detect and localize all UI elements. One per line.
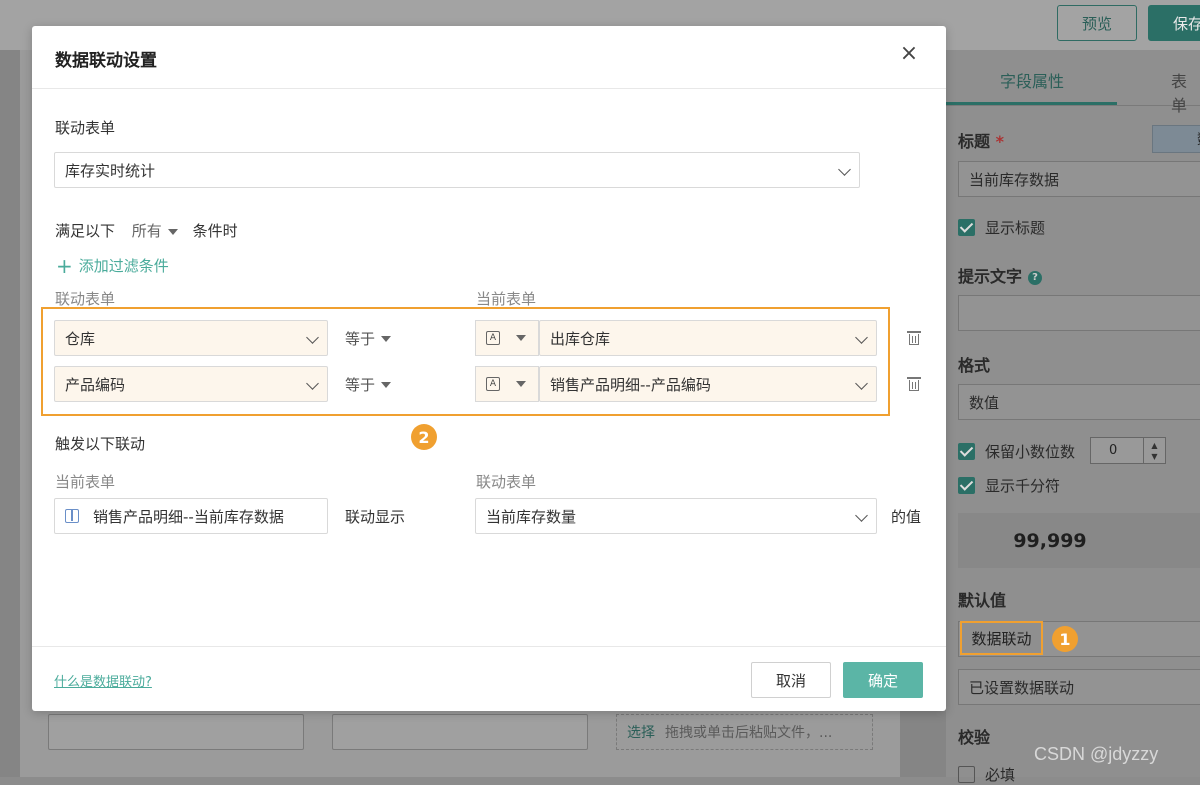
- property-panel: 字段属性 表单 标题 * 当前库存数据 显示标题 提示文字? 格式 数值 保留小…: [946, 50, 1200, 784]
- title-tag[interactable]: 数: [1152, 125, 1200, 153]
- decimals-label: 保留小数位数: [985, 443, 1076, 461]
- add-filter-label: 添加过滤条件: [78, 257, 169, 275]
- save-button[interactable]: 保存: [1148, 5, 1200, 41]
- column-header-linked: 联动表单: [55, 290, 116, 308]
- panel-tabs: 字段属性 表单: [946, 50, 1200, 115]
- watermark: CSDN @jdyzzy: [1034, 744, 1159, 764]
- checkbox-empty-icon: [958, 766, 975, 783]
- subform-icon: [65, 509, 79, 523]
- condition-suffix: 条件时: [192, 222, 238, 240]
- stepper-arrows-icon[interactable]: ▲ ▼: [1143, 438, 1165, 463]
- condition-mode-dropdown[interactable]: 所有: [132, 222, 178, 240]
- required-checkbox[interactable]: 必填: [958, 764, 1015, 785]
- trigger-column-current: 当前表单: [55, 473, 116, 491]
- close-icon[interactable]: ×: [898, 43, 920, 65]
- trigger-label: 触发以下联动: [55, 435, 146, 453]
- checkbox-checked-icon: [958, 443, 975, 460]
- trigger-linked-field-select[interactable]: 当前库存数量: [475, 498, 877, 534]
- plus-icon: +: [56, 254, 73, 278]
- add-filter-button[interactable]: + 添加过滤条件: [56, 254, 169, 278]
- decimals-checkbox[interactable]: 保留小数位数: [958, 441, 1075, 462]
- dialog-header: 数据联动设置 ×: [32, 26, 946, 89]
- checkbox-checked-icon: [958, 219, 975, 236]
- dialog-footer: 什么是数据联动? 取消 确定: [32, 646, 946, 711]
- tab-form-properties[interactable]: 表单: [1171, 68, 1200, 116]
- linkage-status-field[interactable]: 已设置数据联动: [958, 669, 1200, 705]
- checkbox-checked-icon: [958, 477, 975, 494]
- upload-hint: 拖拽或单击后粘贴文件，...: [665, 725, 833, 741]
- thousands-checkbox[interactable]: 显示千分符: [958, 475, 1060, 496]
- format-select[interactable]: 数值: [958, 384, 1200, 420]
- background-input[interactable]: [48, 714, 304, 750]
- trigger-current-field-text: 销售产品明细--当前库存数据: [93, 507, 284, 526]
- default-value-label: 默认值: [958, 591, 1007, 610]
- decimals-value: 0: [1109, 443, 1118, 458]
- decimals-stepper[interactable]: 0 ▲ ▼: [1090, 437, 1166, 464]
- tab-field-properties[interactable]: 字段属性: [1000, 68, 1064, 92]
- trigger-mid-label: 联动显示: [345, 508, 406, 526]
- filter-rows-highlight: [41, 307, 890, 416]
- step-badge-1: 1: [1052, 626, 1078, 652]
- linked-form-label: 联动表单: [55, 119, 116, 137]
- active-tab-indicator: [946, 102, 1117, 105]
- delete-icon[interactable]: [907, 376, 921, 392]
- column-header-current: 当前表单: [476, 290, 537, 308]
- format-label: 格式: [958, 356, 991, 375]
- delete-icon[interactable]: [907, 330, 921, 346]
- trigger-column-linked: 联动表单: [476, 473, 537, 491]
- validate-label: 校验: [958, 728, 991, 747]
- condition-prefix: 满足以下: [55, 222, 116, 240]
- title-input[interactable]: 当前库存数据: [958, 161, 1200, 197]
- help-icon[interactable]: ?: [1028, 270, 1043, 285]
- trigger-suffix: 的值: [891, 508, 922, 526]
- number-preview: 99,999: [958, 513, 1200, 568]
- cancel-button[interactable]: 取消: [751, 662, 831, 698]
- background-input[interactable]: [332, 714, 588, 750]
- help-link[interactable]: 什么是数据联动?: [54, 671, 152, 690]
- condition-line: 满足以下 所有 条件时: [55, 220, 238, 241]
- show-title-label: 显示标题: [985, 219, 1046, 237]
- linked-form-value: 库存实时统计: [65, 161, 156, 180]
- hint-input[interactable]: [958, 295, 1200, 331]
- default-value-highlight[interactable]: 数据联动: [960, 621, 1043, 655]
- show-title-checkbox[interactable]: 显示标题: [958, 217, 1045, 238]
- upload-select-link[interactable]: 选择: [627, 722, 655, 742]
- required-label: 必填: [985, 766, 1016, 784]
- upload-field[interactable]: 选择 拖拽或单击后粘贴文件，...: [616, 714, 873, 750]
- preview-button[interactable]: 预览: [1057, 5, 1137, 41]
- confirm-button[interactable]: 确定: [843, 662, 923, 698]
- trigger-linked-field-text: 当前库存数量: [486, 507, 577, 526]
- trigger-current-field[interactable]: 销售产品明细--当前库存数据: [54, 498, 328, 534]
- dialog-title: 数据联动设置: [55, 51, 157, 71]
- title-label: 标题 *: [958, 132, 1004, 151]
- chevron-down-icon: [838, 163, 851, 176]
- thousands-label: 显示千分符: [985, 477, 1061, 495]
- linked-form-select[interactable]: 库存实时统计: [54, 152, 860, 188]
- chevron-down-icon: [855, 509, 868, 522]
- hint-label: 提示文字?: [958, 263, 1043, 287]
- caret-down-icon: [167, 228, 178, 235]
- step-badge-2: 2: [411, 424, 437, 450]
